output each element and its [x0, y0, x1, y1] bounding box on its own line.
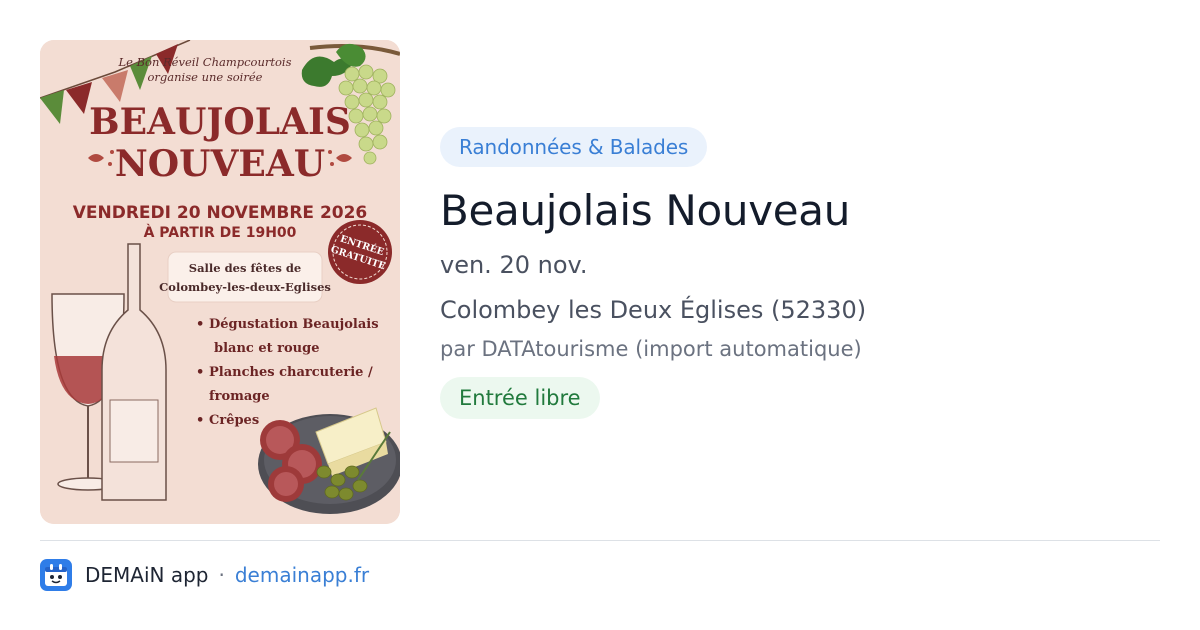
poster-venue-2: Colombey-les-deux-Eglises — [159, 280, 331, 294]
poster-time: À PARTIR DE 19H00 — [144, 224, 297, 241]
poster-bullet-3: Crêpes — [209, 413, 259, 428]
app-logo-icon — [40, 559, 72, 591]
svg-text:•: • — [196, 317, 204, 332]
event-date: ven. 20 nov. — [440, 251, 588, 279]
event-source: par DATAtourisme (import automatique) — [440, 337, 862, 361]
app-url-link[interactable]: demainapp.fr — [235, 563, 369, 587]
category-tag[interactable]: Randonnées & Balades — [440, 127, 708, 167]
poster-bullet-2: Planches charcuterie / — [209, 365, 373, 380]
poster-bullet-1: Dégustation Beaujolais — [209, 317, 379, 332]
footer: DEMAiN app · demainapp.fr — [40, 559, 369, 591]
footer-separator: · — [218, 563, 225, 587]
poster-venue: Salle des fêtes de — [189, 261, 301, 275]
svg-text:•: • — [196, 413, 204, 428]
event-poster-image: Le Bon Réveil Champcourtois organise une… — [40, 40, 400, 524]
poster-bullet-1-sub: blanc et rouge — [214, 341, 319, 356]
event-title: Beaujolais Nouveau — [440, 186, 851, 235]
svg-text:•: • — [196, 365, 204, 380]
poster-organizer: Le Bon Réveil Champcourtois — [117, 55, 291, 69]
poster-date: VENDREDI 20 NOVEMBRE 2026 — [73, 203, 368, 223]
event-details: Randonnées & Balades Beaujolais Nouveau … — [440, 127, 1160, 419]
poster-headline: BEAUJOLAIS — [89, 101, 351, 143]
app-name: DEMAiN app — [85, 563, 209, 587]
footer-divider — [40, 540, 1160, 541]
poster-free-entry-badge: ENTRÉE GRATUITE — [328, 220, 392, 284]
event-location: Colombey les Deux Églises (52330) — [440, 296, 867, 324]
poster-organizer-sub: organise une soirée — [148, 70, 263, 84]
charcuterie-platter-illustration — [258, 407, 400, 514]
poster-bullet-2-sub: fromage — [209, 389, 270, 404]
poster-headline-2: NOUVEAU — [115, 143, 325, 185]
price-badge: Entrée libre — [440, 377, 600, 419]
